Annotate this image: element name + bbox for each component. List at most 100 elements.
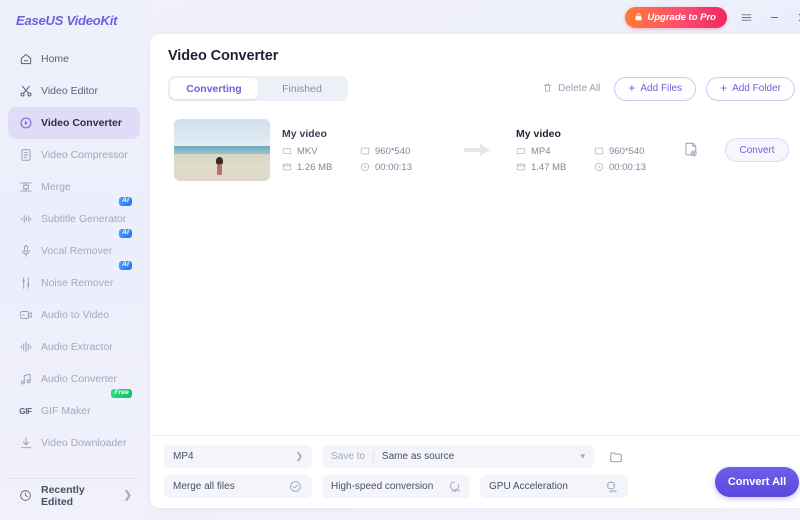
sidebar-item-recently-edited[interactable]: Recently Edited ❯ — [8, 478, 140, 512]
sidebar-item-label: Audio to Video — [41, 309, 110, 321]
tab-finished[interactable]: Finished — [258, 78, 346, 99]
sidebar-item-home[interactable]: Home — [8, 43, 140, 75]
source-meta-row: 1.26 MB 00:00:13 — [282, 162, 438, 173]
format-icon — [516, 146, 526, 156]
merge-all-files-toggle[interactable]: Merge all files — [164, 475, 312, 498]
plus-icon: + — [628, 81, 636, 95]
thumbnail-sky — [174, 119, 270, 148]
source-resolution-value: 960*540 — [375, 145, 411, 157]
bottom-bar: MP4 ❯ Save to Same as source ▾ Merge all… — [150, 435, 800, 508]
waveform-icon — [18, 212, 33, 227]
main-panel: Video Converter Converting Finished Dele… — [150, 34, 800, 508]
add-files-label: Add Files — [640, 83, 683, 94]
chevron-right-icon: ❯ — [123, 490, 132, 501]
high-speed-conversion-label: High-speed conversion — [331, 481, 434, 492]
menu-icon[interactable] — [737, 8, 755, 26]
convert-button[interactable]: Convert — [725, 138, 789, 162]
save-to-value: Same as source — [381, 451, 455, 462]
source-meta-row: MKV 960*540 — [282, 146, 438, 157]
toolbar-actions: Delete All + Add Files + Add Folder — [538, 76, 795, 101]
add-files-button[interactable]: + Add Files — [614, 76, 697, 101]
sidebar-item-label: GIF Maker — [41, 405, 91, 417]
source-file-info: My video MKV 960*540 1.26 MB 00:00:13 — [282, 128, 438, 173]
audio-to-video-icon — [18, 308, 33, 323]
sliders-icon — [18, 276, 33, 291]
sidebar-item-video-editor[interactable]: Video Editor — [8, 75, 140, 107]
page-title: Video Converter — [168, 48, 279, 64]
file-size-icon — [282, 162, 292, 172]
lock-icon — [634, 12, 643, 22]
toggle-off-icon — [289, 480, 303, 494]
target-duration: 00:00:13 — [594, 162, 672, 173]
microphone-icon — [18, 244, 33, 259]
target-format: MP4 — [516, 146, 594, 157]
high-speed-off-icon: OFF — [447, 480, 461, 494]
sidebar-nav: Home Video Editor Video Converter Video … — [0, 43, 148, 459]
minimize-icon[interactable] — [765, 8, 783, 26]
scissors-icon — [18, 84, 33, 99]
titlebar: Upgrade to Pro — [148, 0, 800, 34]
sidebar-item-gif-maker[interactable]: Free GIF GIF Maker — [8, 389, 140, 427]
home-icon — [18, 52, 33, 67]
video-converter-icon — [18, 116, 33, 131]
app-logo: EaseUS VideoKit — [16, 13, 118, 28]
target-size-value: 1.47 MB — [531, 161, 567, 173]
tab-group: Converting Finished — [168, 76, 348, 101]
open-folder-button[interactable] — [604, 445, 627, 468]
target-meta-rows: MP4 960*540 1.47 MB 00:00:13 — [516, 146, 672, 173]
free-badge: Free — [111, 389, 132, 398]
output-format-select[interactable]: MP4 ❯ — [164, 445, 312, 468]
duration-clock-icon — [594, 162, 604, 172]
high-speed-conversion-toggle[interactable]: High-speed conversion OFF — [322, 475, 470, 498]
sidebar-item-audio-to-video[interactable]: Audio to Video — [8, 299, 140, 331]
sidebar-item-label: Vocal Remover — [41, 245, 113, 257]
plus-icon: + — [720, 81, 728, 95]
resolution-icon — [594, 146, 604, 156]
sidebar-item-video-downloader[interactable]: Video Downloader — [8, 427, 140, 459]
svg-text:OFF: OFF — [452, 488, 461, 493]
delete-all-button[interactable]: Delete All — [538, 82, 604, 96]
source-meta-rows: MKV 960*540 1.26 MB 00:00:13 — [282, 146, 438, 173]
convert-all-button[interactable]: Convert All — [715, 467, 799, 497]
sidebar-item-noise-remover[interactable]: AI Noise Remover — [8, 261, 140, 299]
file-settings-icon[interactable] — [684, 142, 699, 158]
sidebar-item-video-converter[interactable]: Video Converter — [8, 107, 140, 139]
target-file-name: My video — [516, 127, 561, 140]
delete-all-label: Delete All — [558, 83, 601, 94]
save-to-select[interactable]: Save to Same as source ▾ — [322, 445, 594, 468]
upgrade-label: Upgrade to Pro — [647, 11, 716, 23]
ai-badge: AI — [119, 229, 132, 238]
gif-icon: GIF — [19, 406, 32, 416]
file-row[interactable]: My video MKV 960*540 1.26 MB 00:00:13 My… — [168, 111, 795, 189]
panel-header: Video Converter Converting Finished Dele… — [150, 34, 800, 101]
sidebar-item-label: Home — [41, 53, 70, 65]
sidebar-item-label: Video Downloader — [41, 437, 127, 449]
source-duration: 00:00:13 — [360, 162, 438, 173]
target-size: 1.47 MB — [516, 162, 594, 173]
target-resolution: 960*540 — [594, 146, 672, 157]
source-size-value: 1.26 MB — [297, 161, 333, 173]
file-row-actions: Convert — [684, 138, 789, 162]
sidebar-item-label: Video Editor — [41, 85, 99, 97]
video-thumbnail[interactable] — [174, 119, 270, 181]
chevron-right-icon: ❯ — [295, 451, 303, 461]
target-meta-row: MP4 960*540 — [516, 146, 672, 157]
add-folder-button[interactable]: + Add Folder — [706, 76, 795, 101]
sidebar-item-label: Subtitle Generator — [41, 213, 127, 225]
target-resolution-value: 960*540 — [609, 145, 645, 157]
sidebar-item-label: Audio Extractor — [41, 341, 113, 353]
file-size-icon — [516, 162, 526, 172]
close-icon[interactable] — [793, 8, 800, 26]
source-format: MKV — [282, 146, 360, 157]
target-file-info: My video MP4 960*540 1.47 MB 00:00:13 — [516, 128, 672, 173]
panel-toolbar: Converting Finished Delete All + Add Fil… — [168, 76, 795, 101]
resolution-icon — [360, 146, 370, 156]
sidebar-item-audio-extractor[interactable]: Audio Extractor — [8, 331, 140, 363]
gpu-acceleration-toggle[interactable]: GPU Acceleration OFF — [480, 475, 628, 498]
sidebar-item-label: Video Compressor — [41, 149, 128, 161]
tab-converting[interactable]: Converting — [170, 78, 258, 99]
sidebar-item-video-compressor[interactable]: Video Compressor — [8, 139, 140, 171]
chevron-down-icon: ▾ — [580, 451, 585, 461]
upgrade-to-pro-button[interactable]: Upgrade to Pro — [625, 6, 727, 28]
